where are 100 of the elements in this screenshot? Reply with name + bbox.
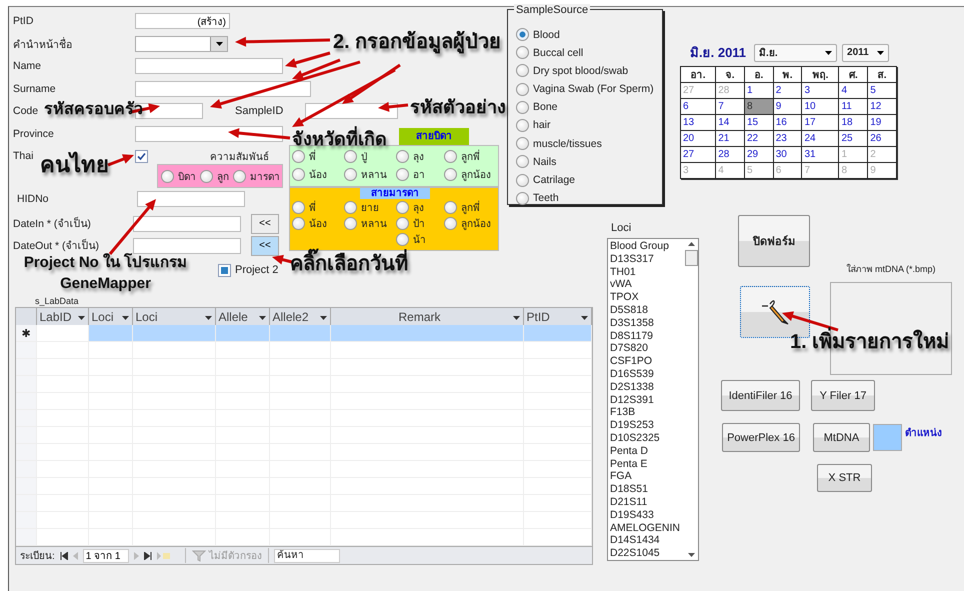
calendar-day[interactable]: 23: [773, 130, 802, 146]
column-header[interactable]: Loci: [132, 308, 215, 325]
calendar-day[interactable]: 8: [744, 98, 774, 114]
radio-button[interactable]: ลูกพี่: [444, 200, 500, 214]
calendar-day[interactable]: 28: [716, 146, 744, 162]
calendar-day[interactable]: 15: [744, 114, 774, 130]
radio-button[interactable]: Nails: [516, 155, 662, 168]
kit-button[interactable]: PowerPlex 16: [722, 423, 800, 452]
search-field[interactable]: ค้นหา: [274, 548, 340, 562]
radio-button[interactable]: พี่: [292, 200, 344, 214]
text-field[interactable]: [135, 126, 283, 142]
kit-button[interactable]: X STR: [817, 464, 872, 492]
list-item[interactable]: Penta D: [610, 444, 682, 458]
list-item[interactable]: D12S391: [610, 394, 682, 406]
calendar-day[interactable]: 31: [802, 146, 839, 162]
calendar-day[interactable]: 19: [868, 114, 896, 130]
first-record-icon[interactable]: [60, 552, 68, 560]
calendar-day[interactable]: 17: [802, 114, 839, 130]
radio-button[interactable]: ลูกพี่: [444, 149, 500, 164]
radio-button[interactable]: ลูกน้อง: [444, 167, 500, 182]
list-item[interactable]: FGA: [610, 470, 682, 484]
radio-button[interactable]: hair: [516, 118, 662, 132]
radio-button[interactable]: Teeth: [516, 192, 662, 205]
radio-button[interactable]: Vagina Swab (For Sperm): [516, 82, 662, 96]
calendar-day[interactable]: 10: [802, 98, 839, 114]
column-header[interactable]: LabID: [36, 308, 88, 325]
calendar-day[interactable]: 6: [680, 98, 716, 114]
list-item[interactable]: CSF1PO: [610, 355, 682, 368]
list-item[interactable]: D14S1434: [610, 534, 682, 548]
calendar-day[interactable]: 27: [680, 146, 716, 162]
calendar-day[interactable]: 22: [744, 130, 774, 146]
scroll-up-icon[interactable]: [688, 242, 694, 246]
column-header[interactable]: Remark: [330, 308, 523, 325]
radio-button[interactable]: อา: [396, 167, 444, 182]
list-item[interactable]: D21S11: [610, 496, 682, 509]
new-record-row[interactable]: ✱: [16, 325, 592, 342]
text-field[interactable]: [137, 191, 245, 207]
radio-button[interactable]: muscle/tissues: [516, 137, 662, 150]
last-record-icon[interactable]: [144, 552, 152, 560]
calendar-day[interactable]: 13: [680, 114, 716, 130]
list-item[interactable]: D22S1045: [610, 547, 682, 560]
radio-button[interactable]: Blood: [516, 28, 662, 41]
list-item[interactable]: D8S1179: [610, 330, 682, 342]
radio-button[interactable]: น้อง: [292, 167, 344, 182]
calendar-day[interactable]: 16: [773, 114, 802, 130]
list-item[interactable]: Penta E: [610, 458, 682, 470]
radio-button[interactable]: ลุง: [396, 149, 444, 164]
radio-button[interactable]: ยาย: [344, 200, 396, 214]
list-item[interactable]: D2S1338: [610, 380, 682, 394]
date-field[interactable]: [133, 238, 241, 254]
radio-button[interactable]: น้า: [396, 232, 444, 246]
list-item[interactable]: F13B: [610, 406, 682, 420]
list-item[interactable]: D19S253: [610, 419, 682, 432]
radio-button[interactable]: ลุง: [396, 200, 444, 214]
calendar-day[interactable]: 2: [773, 82, 802, 98]
list-item[interactable]: D16S539: [610, 368, 682, 381]
radio-button[interactable]: หลาน: [344, 167, 396, 182]
list-item[interactable]: D7S820: [610, 342, 682, 356]
list-item[interactable]: D3S1358: [610, 316, 682, 330]
radio-button[interactable]: ปู่: [344, 149, 396, 164]
calendar-day[interactable]: 30: [773, 146, 802, 162]
list-item[interactable]: TH01: [610, 266, 682, 278]
column-header[interactable]: Loci: [88, 308, 132, 325]
kit-button[interactable]: IdentiFiler 16: [721, 380, 800, 411]
checkbox[interactable]: [135, 150, 148, 162]
kit-button[interactable]: Y Filer 17: [811, 380, 875, 411]
list-item[interactable]: D10S2325: [610, 432, 682, 445]
calendar-day[interactable]: 25: [838, 130, 868, 146]
text-field[interactable]: [135, 58, 283, 74]
calendar-day[interactable]: 11: [838, 98, 868, 114]
checkbox[interactable]: [218, 264, 231, 276]
radio-button[interactable]: Bone: [516, 100, 662, 114]
radio-button[interactable]: หลาน: [344, 216, 396, 230]
calendar-day[interactable]: 14: [716, 114, 744, 130]
list-item[interactable]: Blood Group: [610, 240, 682, 253]
radio-button[interactable]: มารดา: [233, 168, 280, 184]
list-item[interactable]: AMELOGENIN: [610, 522, 682, 534]
record-position-field[interactable]: 1 จาก 1: [82, 548, 129, 562]
radio-button[interactable]: พี่: [292, 149, 344, 164]
radio-button[interactable]: น้อง: [292, 216, 344, 230]
list-item[interactable]: vWA: [610, 278, 682, 292]
radio-button[interactable]: ลูก: [200, 168, 229, 184]
date-picker-button[interactable]: <<: [251, 214, 279, 234]
list-item[interactable]: D5S818: [610, 304, 682, 317]
calendar-day[interactable]: 4: [838, 82, 868, 98]
list-item[interactable]: TPOX: [610, 291, 682, 304]
calendar-day[interactable]: 9: [773, 98, 802, 114]
radio-button[interactable]: บิดา: [161, 168, 196, 184]
list-item[interactable]: D19S433: [610, 508, 682, 522]
list-item[interactable]: D18S51: [610, 483, 682, 496]
close-form-button[interactable]: ปิดฟอร์ม: [738, 215, 810, 267]
text-field[interactable]: [135, 80, 311, 96]
radio-button[interactable]: ลูกน้อง: [444, 216, 500, 230]
calendar-day[interactable]: 24: [802, 130, 839, 146]
radio-button[interactable]: Dry spot blood/swab: [516, 64, 662, 78]
calendar-day[interactable]: 21: [716, 130, 744, 146]
calendar-day[interactable]: 7: [716, 98, 744, 114]
calendar-day[interactable]: 18: [838, 114, 868, 130]
calendar-day[interactable]: 29: [744, 146, 774, 162]
scrollbar-thumb[interactable]: [684, 250, 698, 266]
